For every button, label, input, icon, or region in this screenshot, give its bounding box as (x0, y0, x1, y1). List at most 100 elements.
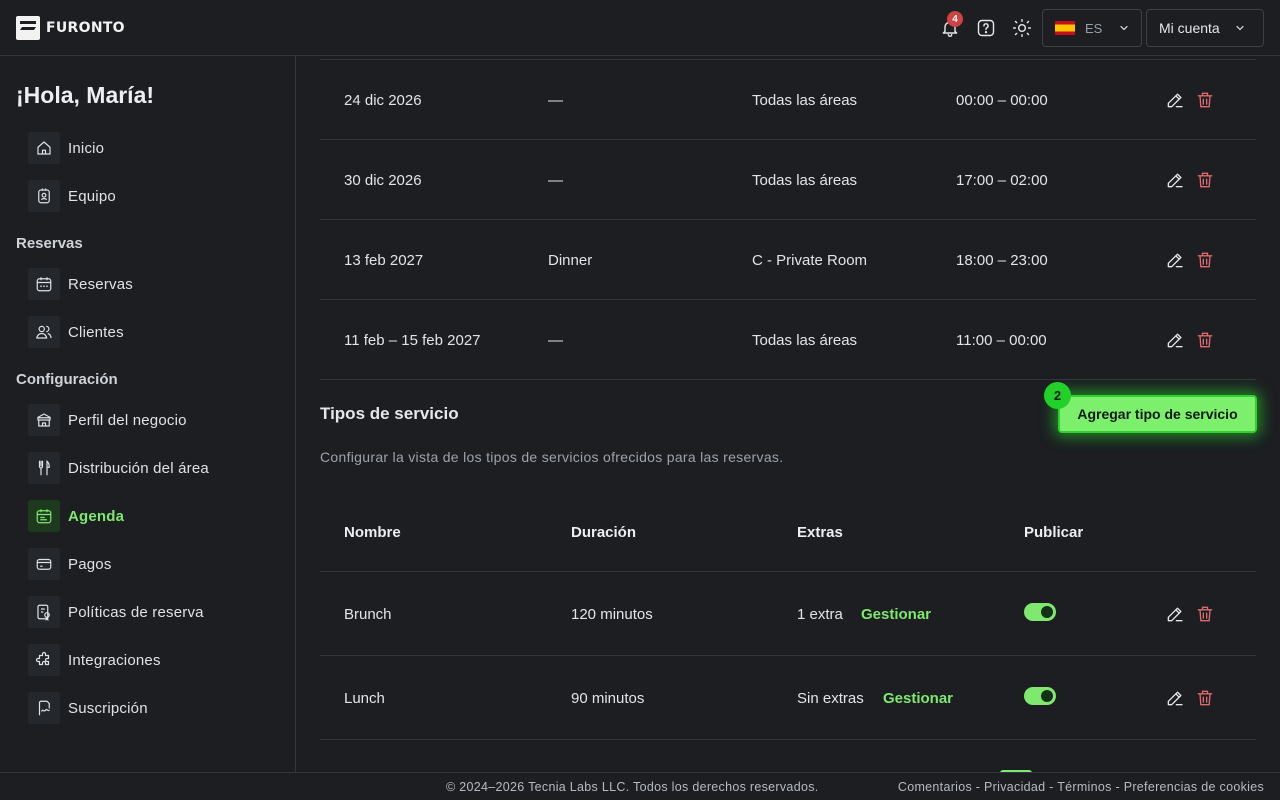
service-duration: 90 minutos (571, 689, 645, 707)
table-row: 13 feb 2027 Dinner C - Private Room 18:0… (320, 220, 1256, 300)
delete-icon[interactable] (1195, 688, 1215, 708)
row-service: Dinner (548, 251, 593, 269)
notifications-badge: 4 (947, 11, 963, 27)
edit-icon[interactable] (1165, 90, 1185, 110)
sidebar-item-label: Integraciones (68, 651, 161, 669)
calendar-icon (28, 268, 60, 300)
users-icon (28, 316, 60, 348)
schedule-icon (28, 500, 60, 532)
service-extras: 1 extra (797, 605, 843, 623)
table-row: 11 feb – 15 feb 2027 — Todas las áreas 1… (320, 300, 1256, 380)
greeting: ¡Hola, María! (16, 82, 155, 108)
row-date: 30 dic 2026 (344, 171, 422, 189)
account-label: Mi cuenta (1159, 20, 1220, 36)
service-name: Lunch (344, 689, 385, 707)
sidebar: ¡Hola, María! Inicio Equipo Reservas Res… (0, 56, 296, 772)
publish-toggle[interactable] (1024, 603, 1056, 621)
table-row: Brunch 120 minutos 1 extra Gestionar (320, 572, 1256, 656)
logo-icon (16, 16, 40, 40)
copyright-text: © 2024–2026 Tecnia Labs LLC. Todos los d… (446, 780, 819, 794)
sidebar-item-label: Políticas de reserva (68, 603, 204, 621)
footer: © 2024–2026 Tecnia Labs LLC. Todos los d… (0, 772, 1280, 800)
row-service: — (548, 91, 563, 109)
edit-icon[interactable] (1165, 250, 1185, 270)
table-row: Lunch 90 minutos Sin extras Gestionar (320, 656, 1256, 740)
language-selector[interactable]: ES (1042, 9, 1142, 47)
row-date: 24 dic 2026 (344, 91, 422, 109)
sun-icon (1012, 18, 1032, 38)
row-area: Todas las áreas (752, 171, 858, 189)
manage-extras-link[interactable]: Gestionar (861, 572, 931, 656)
language-code: ES (1085, 20, 1103, 36)
sidebar-item-inicio[interactable]: Inicio (28, 132, 104, 164)
row-service: — (548, 171, 563, 189)
edit-icon[interactable] (1165, 330, 1185, 350)
edit-icon[interactable] (1165, 604, 1185, 624)
step-badge: 2 (1044, 382, 1071, 409)
sidebar-item-label: Distribución del área (68, 459, 209, 477)
delete-icon[interactable] (1195, 330, 1215, 350)
brand-name: FURONTO (46, 20, 125, 36)
delete-icon[interactable] (1195, 90, 1215, 110)
sidebar-item-label: Equipo (68, 187, 116, 205)
edit-icon[interactable] (1165, 170, 1185, 190)
sidebar-item-integraciones[interactable]: Integraciones (28, 644, 161, 676)
main-content: 24 dic 2026 — Todas las áreas 00:00 – 00… (296, 56, 1280, 772)
help-button[interactable] (974, 16, 998, 40)
sidebar-item-label: Agenda (68, 507, 125, 525)
policy-icon (28, 596, 60, 628)
help-icon (977, 19, 995, 37)
cutlery-icon (28, 452, 60, 484)
add-service-type-button[interactable]: Agregar tipo de servicio (1058, 395, 1257, 433)
row-date: 11 feb – 15 feb 2027 (344, 331, 481, 349)
sidebar-item-clientes[interactable]: Clientes (28, 316, 124, 348)
delete-icon[interactable] (1195, 604, 1215, 624)
brand-logo[interactable]: FURONTO (16, 16, 125, 40)
sidebar-item-agenda[interactable]: Agenda (28, 500, 124, 532)
sidebar-item-reservas[interactable]: Reservas (28, 268, 133, 300)
section-title-configuracion: Configuración (16, 371, 118, 388)
sidebar-item-label: Clientes (68, 323, 124, 341)
column-header-publicar: Publicar (1024, 523, 1084, 541)
badge-icon (28, 180, 60, 212)
row-hours: 18:00 – 23:00 (956, 251, 1048, 269)
sidebar-item-suscripcion[interactable]: Suscripción (28, 692, 148, 724)
row-area: Todas las áreas (752, 91, 858, 109)
spain-flag-icon (1055, 21, 1075, 35)
service-name: Brunch (344, 605, 392, 623)
sidebar-item-label: Suscripción (68, 699, 148, 717)
sidebar-item-label: Reservas (68, 275, 133, 293)
footer-links[interactable]: Comentarios - Privacidad - Términos - Pr… (898, 780, 1264, 794)
sidebar-item-politicas[interactable]: Políticas de reserva (28, 596, 204, 628)
row-service: — (548, 331, 563, 349)
manage-extras-link[interactable]: Gestionar (883, 656, 953, 740)
service-extras: Sin extras (797, 689, 864, 707)
delete-icon[interactable] (1195, 170, 1215, 190)
column-header-extras: Extras (797, 523, 843, 541)
row-hours: 11:00 – 00:00 (956, 331, 1047, 349)
delete-icon[interactable] (1195, 250, 1215, 270)
theme-toggle-button[interactable] (1010, 16, 1034, 40)
sidebar-item-equipo[interactable]: Equipo (28, 180, 116, 212)
chevron-down-icon (1236, 25, 1244, 31)
puzzle-icon (28, 644, 60, 676)
publish-toggle[interactable] (1024, 687, 1056, 705)
top-bar: FURONTO 4 ES Mi cuenta (0, 0, 1280, 56)
sidebar-item-distribucion[interactable]: Distribución del área (28, 452, 209, 484)
sidebar-item-label: Inicio (68, 139, 105, 157)
sidebar-item-perfil[interactable]: Perfil del negocio (28, 404, 187, 436)
row-area: Todas las áreas (752, 331, 858, 349)
account-menu-button[interactable]: Mi cuenta (1146, 9, 1264, 47)
row-date: 13 feb 2027 (344, 251, 424, 269)
sidebar-item-pagos[interactable]: Pagos (28, 548, 112, 580)
home-icon (28, 132, 60, 164)
sidebar-item-label: Pagos (68, 555, 112, 573)
row-hours: 00:00 – 00:00 (956, 91, 1048, 109)
edit-icon[interactable] (1165, 688, 1185, 708)
column-header-duracion: Duración (571, 523, 637, 541)
store-icon (28, 404, 60, 436)
sidebar-item-label: Perfil del negocio (68, 411, 187, 429)
section-description: Configurar la vista de los tipos de serv… (320, 449, 784, 465)
row-hours: 17:00 – 02:00 (956, 171, 1048, 189)
table-row: 30 dic 2026 — Todas las áreas 17:00 – 02… (320, 140, 1256, 220)
